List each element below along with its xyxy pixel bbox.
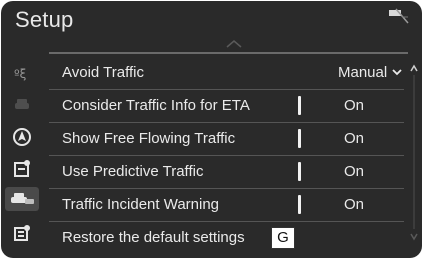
navigation-icon[interactable] bbox=[12, 127, 32, 147]
chevron-down-icon[interactable] bbox=[392, 69, 402, 76]
toggle-value[interactable]: On bbox=[344, 130, 364, 147]
toggle-value[interactable]: On bbox=[344, 97, 364, 114]
setting-row-predictive-traffic[interactable]: Use Predictive Traffic On bbox=[49, 156, 404, 189]
toggle-indicator bbox=[298, 129, 301, 148]
page-title: Setup bbox=[15, 7, 74, 32]
setup-screen: Setup ºξ Avoid Traffic Manual Consider T… bbox=[1, 1, 422, 258]
scrollbar[interactable] bbox=[410, 61, 418, 246]
callout-badge: G bbox=[271, 227, 295, 249]
setting-label: Consider Traffic Info for ETA bbox=[62, 97, 250, 114]
toggle-indicator bbox=[298, 96, 301, 115]
car-icon[interactable] bbox=[12, 95, 32, 115]
sidebar: ºξ bbox=[1, 57, 43, 258]
settings-list: Avoid Traffic Manual Consider Traffic In… bbox=[49, 57, 404, 254]
setting-row-avoid-traffic[interactable]: Avoid Traffic Manual bbox=[49, 57, 404, 90]
setting-row-restore-defaults[interactable]: Restore the default settings G bbox=[49, 222, 404, 254]
toggle-value[interactable]: On bbox=[344, 163, 364, 180]
traffic-icon[interactable] bbox=[5, 187, 39, 211]
signal-off-icon bbox=[389, 8, 409, 24]
toggle-value[interactable]: On bbox=[344, 196, 364, 213]
map-data-icon[interactable] bbox=[12, 223, 32, 243]
route-icon[interactable]: ºξ bbox=[12, 63, 32, 83]
toggle-indicator bbox=[298, 195, 301, 214]
setting-label: Traffic Incident Warning bbox=[62, 196, 220, 213]
setting-label: Show Free Flowing Traffic bbox=[62, 130, 236, 147]
toggle-indicator bbox=[298, 162, 301, 181]
display-settings-icon[interactable] bbox=[12, 159, 32, 179]
scroll-up-arrow-icon[interactable] bbox=[225, 39, 243, 49]
avoid-traffic-dropdown-value[interactable]: Manual bbox=[338, 64, 387, 81]
setting-row-show-free-flowing[interactable]: Show Free Flowing Traffic On bbox=[49, 123, 404, 156]
svg-text:ºξ: ºξ bbox=[14, 67, 26, 81]
setting-row-incident-warning[interactable]: Traffic Incident Warning On bbox=[49, 189, 404, 222]
header-divider bbox=[49, 52, 408, 54]
restore-defaults-button-label: Restore the default settings bbox=[62, 229, 245, 246]
setting-label: Use Predictive Traffic bbox=[62, 163, 204, 180]
setting-label: Avoid Traffic bbox=[62, 64, 144, 81]
setting-row-consider-traffic-eta[interactable]: Consider Traffic Info for ETA On bbox=[49, 90, 404, 123]
